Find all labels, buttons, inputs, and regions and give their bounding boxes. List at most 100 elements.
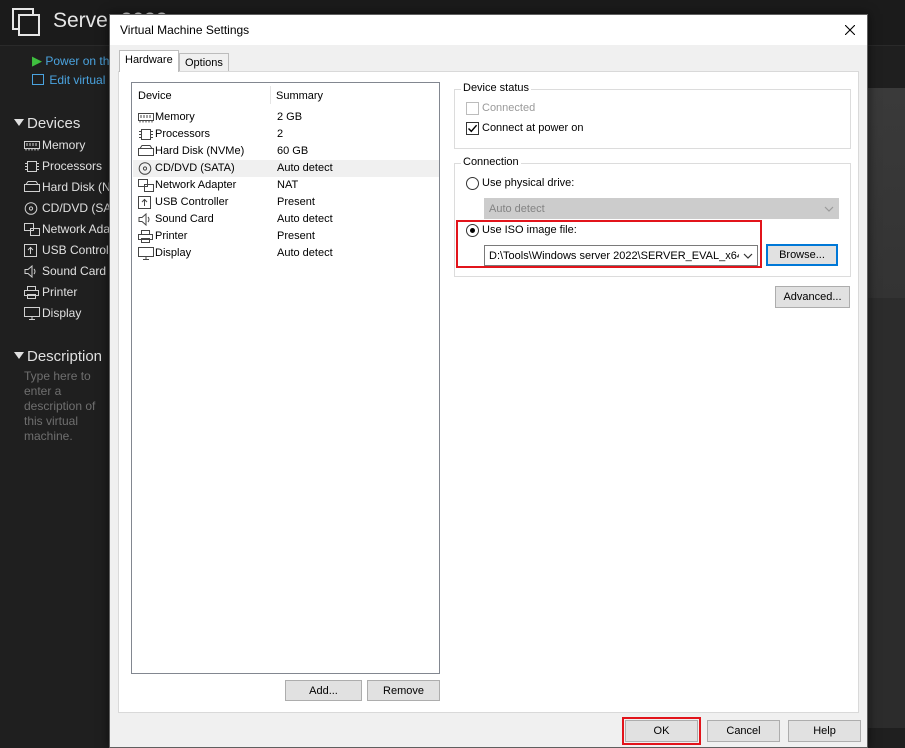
iso-path-combobox[interactable]: D:\Tools\Windows server 2022\SERVER_EVAL… <box>484 245 758 266</box>
tab-hardware[interactable]: Hardware <box>119 50 179 72</box>
dialog-titlebar: Virtual Machine Settings <box>110 15 867 45</box>
device-list[interactable]: Device Summary Memory 2 GB Processors 2 Hard… <box>131 82 440 674</box>
device-name: Network Adapter <box>155 179 237 191</box>
chevron-down-icon[interactable] <box>743 251 753 261</box>
device-summary: NAT <box>277 179 299 191</box>
bg-device-label: Memory <box>42 138 86 152</box>
processor-icon <box>138 128 154 141</box>
iso-image-label: Use ISO image file: <box>482 224 577 236</box>
bg-device-item[interactable]: Sound Card <box>24 264 107 279</box>
device-summary: 2 <box>277 128 284 140</box>
usb-icon <box>24 244 38 257</box>
device-status-title: Device status <box>461 82 532 94</box>
device-name: Display <box>155 247 192 259</box>
cd-dvd-icon <box>24 202 38 215</box>
physical-drive-select[interactable]: Auto detect <box>484 198 839 219</box>
device-summary: Present <box>277 230 315 242</box>
iso-image-radio[interactable] <box>466 224 479 237</box>
device-summary: Auto detect <box>277 247 333 259</box>
description-heading[interactable]: Description <box>14 348 102 365</box>
connection-title: Connection <box>461 156 521 168</box>
display-icon <box>24 307 40 320</box>
device-row[interactable]: Display Auto detect <box>133 245 439 262</box>
device-name: USB Controller <box>155 196 229 208</box>
help-button[interactable]: Help <box>788 720 861 742</box>
device-name: Hard Disk (NVMe) <box>155 145 245 157</box>
summary-column-header[interactable]: Summary <box>276 90 323 102</box>
bg-device-label: Processors <box>42 159 103 173</box>
connect-at-power-on-checkbox[interactable] <box>466 122 479 135</box>
advanced-button[interactable]: Advanced... <box>775 286 850 308</box>
bg-device-item[interactable]: USB Controller <box>24 243 122 257</box>
connected-label: Connected <box>482 102 536 114</box>
device-name: Processors <box>155 128 211 140</box>
collapse-arrow-icon <box>14 352 24 359</box>
device-name: Sound Card <box>155 213 214 225</box>
bg-device-label: Printer <box>42 285 78 299</box>
device-summary: 60 GB <box>277 145 309 157</box>
bg-device-item[interactable]: Printer <box>24 285 77 299</box>
collapse-arrow-icon <box>14 119 24 126</box>
iso-path-text[interactable]: D:\Tools\Windows server 2022\SERVER_EVAL… <box>489 250 739 262</box>
vm-icon <box>12 8 40 36</box>
vm-preview-panel <box>868 88 905 728</box>
checkmark-icon <box>468 124 478 133</box>
printer-icon <box>138 230 154 243</box>
connected-checkbox[interactable] <box>466 102 479 115</box>
device-summary: 2 GB <box>277 111 303 123</box>
close-button[interactable] <box>833 15 867 45</box>
bg-device-item[interactable]: Display <box>24 306 81 320</box>
physical-drive-label: Use physical drive: <box>482 177 575 189</box>
device-list-header: Device Summary <box>132 83 439 108</box>
hard-disk-icon <box>24 181 40 193</box>
remove-button[interactable]: Remove <box>367 680 440 701</box>
device-column-header[interactable]: Device <box>138 90 172 102</box>
device-row[interactable]: Processors 2 <box>133 126 439 143</box>
tab-options[interactable]: Options <box>179 53 229 73</box>
browse-button[interactable]: Browse... <box>766 244 838 266</box>
device-name: Memory <box>155 111 195 123</box>
network-icon <box>24 223 40 236</box>
bg-device-item[interactable]: Processors <box>24 159 102 173</box>
device-name: CD/DVD (SATA) <box>155 162 235 174</box>
device-row[interactable]: Printer Present <box>133 228 439 245</box>
printer-icon <box>24 286 39 299</box>
hard-disk-icon <box>138 145 154 158</box>
device-summary: Auto detect <box>277 213 333 225</box>
device-row[interactable]: Hard Disk (NVMe) 60 GB <box>133 143 439 160</box>
memory-icon <box>138 111 154 124</box>
sound-icon <box>24 264 38 279</box>
display-icon <box>138 247 154 260</box>
add-button[interactable]: Add... <box>285 680 362 701</box>
edit-settings-icon <box>32 74 44 85</box>
bg-device-label: Sound Card <box>42 264 107 278</box>
cd-dvd-icon <box>138 162 154 175</box>
device-row[interactable]: Memory 2 GB <box>133 109 439 126</box>
physical-drive-radio[interactable] <box>466 177 479 190</box>
device-row[interactable]: Sound Card Auto detect <box>133 211 439 228</box>
chevron-down-icon <box>824 206 834 212</box>
device-row[interactable]: Network Adapter NAT <box>133 177 439 194</box>
ok-button[interactable]: OK <box>625 720 698 742</box>
device-summary: Present <box>277 196 315 208</box>
device-row[interactable]: CD/DVD (SATA) Auto detect <box>133 160 439 177</box>
hardware-tab-panel: Device Summary Memory 2 GB Processors 2 Hard… <box>118 71 859 713</box>
usb-icon <box>138 196 154 209</box>
description-placeholder[interactable]: Type here to enter a description of this… <box>24 369 114 444</box>
device-status-group: Device status Connected Connect at power… <box>454 82 851 149</box>
close-icon <box>845 25 855 35</box>
network-icon <box>138 179 154 192</box>
device-summary: Auto detect <box>277 162 333 174</box>
vm-settings-dialog: Virtual Machine Settings Hardware Option… <box>109 14 868 748</box>
connect-at-power-on-label: Connect at power on <box>482 122 584 134</box>
play-icon: ▶ <box>32 53 42 68</box>
bg-device-item[interactable]: Memory <box>24 138 85 152</box>
sound-icon <box>138 212 154 227</box>
device-row[interactable]: USB Controller Present <box>133 194 439 211</box>
cancel-button[interactable]: Cancel <box>707 720 780 742</box>
processor-icon <box>24 160 39 172</box>
devices-heading[interactable]: Devices <box>14 115 80 132</box>
device-name: Printer <box>155 230 188 242</box>
bg-device-label: Display <box>42 306 82 320</box>
memory-icon <box>24 139 40 151</box>
